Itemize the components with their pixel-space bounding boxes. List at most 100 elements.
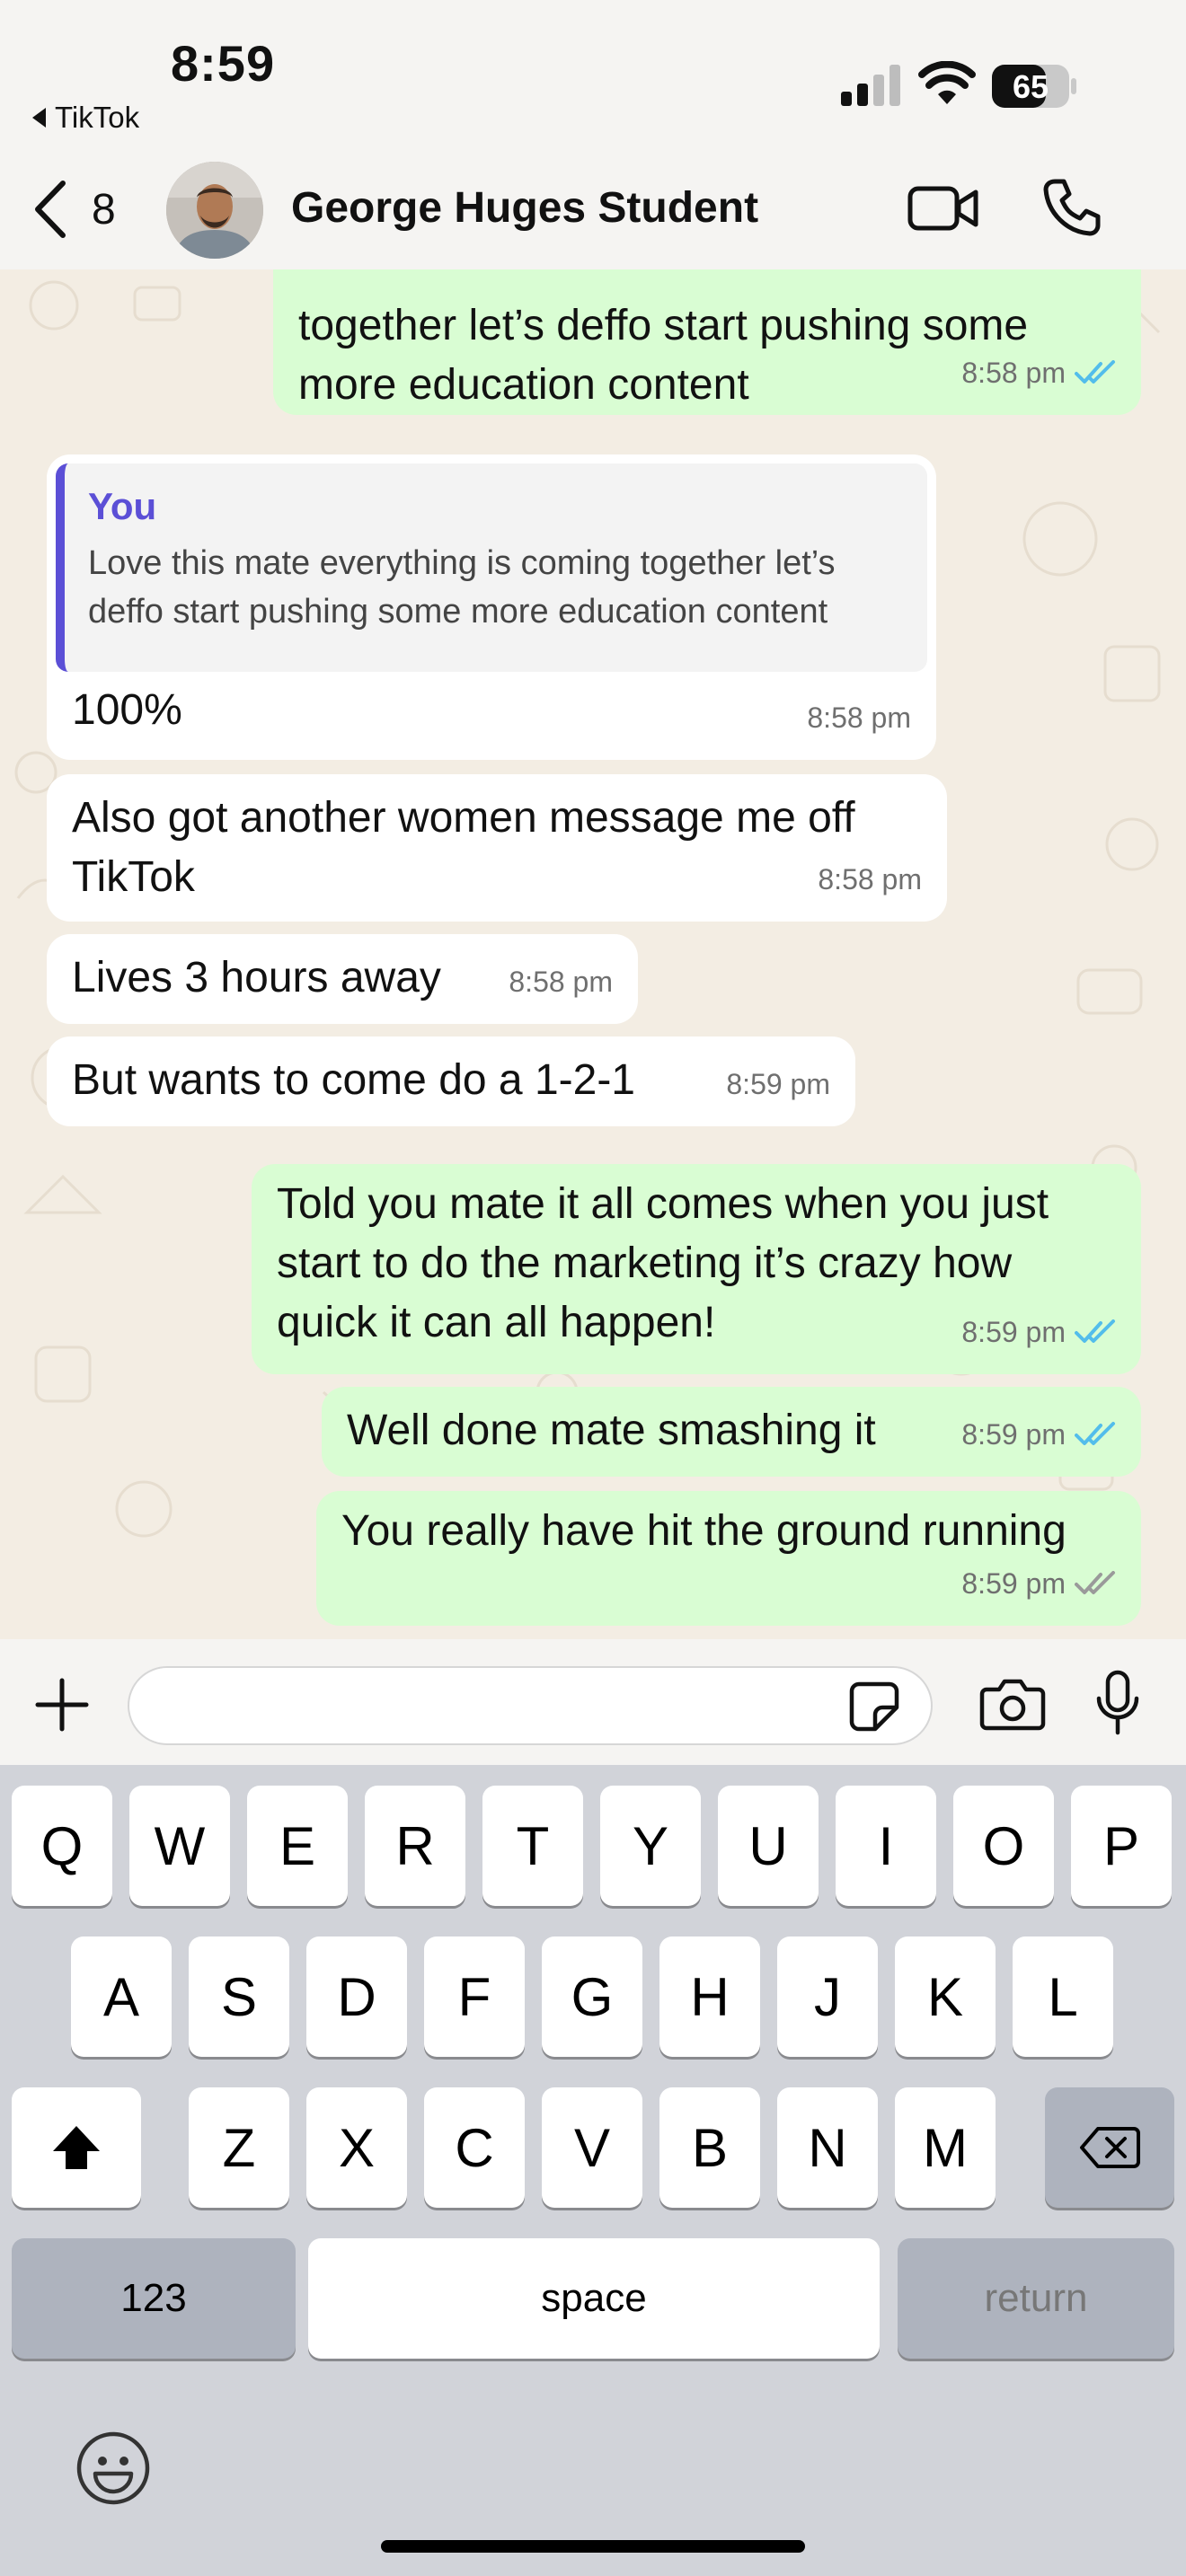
message-text: Lives 3 hours away <box>72 954 441 1001</box>
message-time: 8:59 pm <box>961 1554 1116 1613</box>
read-ticks-icon <box>1075 1319 1115 1343</box>
message-text: Told you mate it all comes when you just <box>277 1180 1049 1228</box>
key-o[interactable]: O <box>953 1786 1054 1906</box>
message-text: together let’s deffo start pushing some <box>298 302 1029 349</box>
space-key[interactable]: space <box>308 2238 880 2359</box>
avatar[interactable] <box>166 162 263 259</box>
key-v[interactable]: V <box>542 2087 642 2208</box>
backspace-key[interactable] <box>1045 2087 1174 2208</box>
incoming-message[interactable]: Lives 3 hours away 8:58 pm <box>47 934 638 1024</box>
read-ticks-icon <box>1075 1422 1115 1445</box>
phone-call-icon[interactable] <box>1042 178 1102 237</box>
key-e[interactable]: E <box>247 1786 348 1906</box>
key-a[interactable]: A <box>71 1936 172 2057</box>
signal-icon <box>841 65 900 106</box>
message-timestamp: 8:58 pm <box>509 966 613 998</box>
key-t[interactable]: T <box>482 1786 583 1906</box>
outgoing-message[interactable]: Told you mate it all comes when you just… <box>252 1164 1141 1374</box>
contact-name[interactable]: George Huges Student <box>291 183 758 233</box>
outgoing-message[interactable]: together let’s deffo start pushing some … <box>273 269 1141 415</box>
plus-icon[interactable] <box>34 1677 90 1733</box>
return-key-label: return <box>984 2276 1088 2320</box>
message-time: 8:58 pm <box>509 952 613 1011</box>
key-d[interactable]: D <box>306 1936 407 2057</box>
message-input-bar <box>0 1639 1186 1765</box>
message-time: 8:59 pm <box>961 1302 1116 1362</box>
key-x[interactable]: X <box>306 2087 407 2208</box>
delivered-ticks-icon <box>1075 1571 1115 1594</box>
space-key-label: space <box>541 2276 647 2320</box>
key-k[interactable]: K <box>895 1936 996 2057</box>
shift-icon <box>53 2126 100 2169</box>
home-indicator[interactable] <box>381 2540 805 2553</box>
key-c[interactable]: C <box>424 2087 525 2208</box>
key-i[interactable]: I <box>836 1786 936 1906</box>
numbers-key[interactable]: 123 <box>12 2238 296 2359</box>
key-f[interactable]: F <box>424 1936 525 2057</box>
outgoing-message[interactable]: You really have hit the ground running 8… <box>316 1491 1141 1626</box>
message-timestamp: 8:58 pm <box>807 701 911 734</box>
chat-header: 8 George Huges Student <box>0 153 1186 269</box>
message-timestamp: 8:59 pm <box>726 1068 830 1100</box>
message-text: 100% <box>72 686 182 734</box>
message-text: quick it can all happen! <box>277 1299 716 1346</box>
message-text: more education content <box>298 361 749 409</box>
message-time: 8:59 pm <box>961 1405 1116 1464</box>
message-text: Well done mate smashing it <box>347 1407 876 1454</box>
chat-area[interactable]: together let’s deffo start pushing some … <box>0 269 1186 1639</box>
sticker-icon[interactable] <box>848 1681 900 1733</box>
key-p[interactable]: P <box>1071 1786 1172 1906</box>
key-l[interactable]: L <box>1013 1936 1113 2057</box>
unread-count[interactable]: 8 <box>92 185 116 234</box>
key-b[interactable]: B <box>659 2087 760 2208</box>
message-text: You really have hit the ground running <box>341 1507 1067 1555</box>
battery-icon: 65 <box>992 65 1078 108</box>
back-chevron-icon[interactable] <box>32 180 68 239</box>
key-w[interactable]: W <box>129 1786 230 1906</box>
emoji-icon[interactable] <box>75 2430 151 2506</box>
camera-icon[interactable] <box>979 1677 1046 1731</box>
message-text: TikTok <box>72 853 195 901</box>
quote-author: You <box>88 485 157 527</box>
key-r[interactable]: R <box>365 1786 465 1906</box>
quoted-message[interactable]: You Love this mate everything is coming … <box>56 463 927 672</box>
back-to-app-link[interactable]: TikTok <box>32 101 139 135</box>
video-call-icon[interactable] <box>907 181 979 235</box>
key-q[interactable]: Q <box>12 1786 112 1906</box>
key-n[interactable]: N <box>777 2087 878 2208</box>
outgoing-message[interactable]: Well done mate smashing it 8:59 pm <box>322 1387 1141 1477</box>
status-bar: 8:59 TikTok 65 <box>0 0 1186 153</box>
message-text: Also got another women message me off <box>72 794 855 842</box>
message-time: 8:58 pm <box>807 688 911 747</box>
numbers-key-label: 123 <box>120 2276 187 2320</box>
quote-text: Love this mate everything is coming toge… <box>88 539 907 636</box>
incoming-message[interactable]: You Love this mate everything is coming … <box>47 454 936 760</box>
shift-key[interactable] <box>12 2087 141 2208</box>
back-triangle-icon <box>32 108 46 128</box>
key-j[interactable]: J <box>777 1936 878 2057</box>
message-text: But wants to come do a 1-2-1 <box>72 1056 635 1104</box>
status-time: 8:59 <box>171 35 276 92</box>
battery-level: 65 <box>1012 68 1049 105</box>
message-input[interactable] <box>128 1666 933 1745</box>
key-y[interactable]: Y <box>600 1786 701 1906</box>
key-m[interactable]: M <box>895 2087 996 2208</box>
key-u[interactable]: U <box>718 1786 819 1906</box>
incoming-message[interactable]: Also got another women message me off Ti… <box>47 774 947 922</box>
message-time: 8:58 pm <box>818 850 922 909</box>
key-g[interactable]: G <box>542 1936 642 2057</box>
quote-text-line: deffo start pushing some more education … <box>88 593 828 631</box>
key-z[interactable]: Z <box>189 2087 289 2208</box>
microphone-icon[interactable] <box>1094 1670 1141 1736</box>
read-ticks-icon <box>1075 360 1115 384</box>
message-time: 8:59 pm <box>726 1054 830 1114</box>
message-timestamp: 8:59 pm <box>961 1418 1066 1451</box>
key-h[interactable]: H <box>659 1936 760 2057</box>
return-key[interactable]: return <box>898 2238 1174 2359</box>
key-s[interactable]: S <box>189 1936 289 2057</box>
wifi-icon <box>918 61 976 104</box>
message-timestamp: 8:58 pm <box>961 357 1066 389</box>
message-time: 8:58 pm <box>961 343 1116 402</box>
backspace-icon <box>1080 2127 1140 2168</box>
incoming-message[interactable]: But wants to come do a 1-2-1 8:59 pm <box>47 1037 855 1126</box>
